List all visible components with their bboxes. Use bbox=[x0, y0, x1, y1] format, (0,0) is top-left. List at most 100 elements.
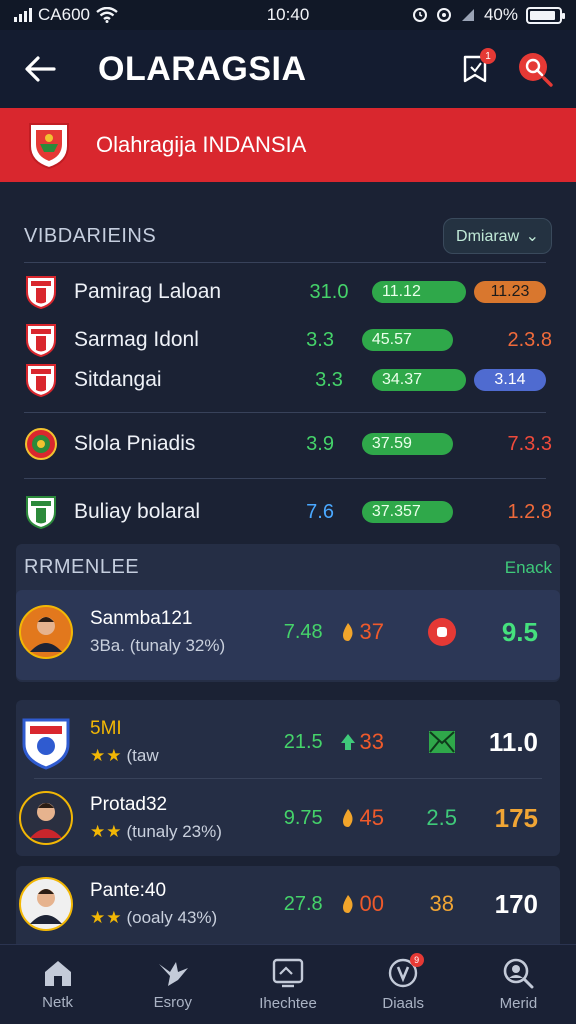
battery-percent: 40% bbox=[483, 5, 518, 24]
player-name: 5MI bbox=[90, 718, 122, 739]
player-stat-a: 7.48 bbox=[283, 620, 323, 643]
cell-signal-icon bbox=[461, 9, 474, 21]
player-avatar bbox=[19, 605, 73, 659]
standings-filter-label: Dmiaraw bbox=[456, 228, 520, 245]
player-row[interactable]: 5MI ★★ (taw 21.5 33 11.0 bbox=[18, 702, 538, 782]
team-name: Slola Pniadis bbox=[74, 432, 196, 455]
player-stat-b-wrap: 00 bbox=[340, 891, 415, 917]
player-row[interactable]: Protad32 ★★ (tunaly 23%) 9.75 45 2.5 175 bbox=[18, 778, 538, 858]
wifi-icon bbox=[96, 7, 118, 23]
team-crest-icon bbox=[26, 276, 56, 310]
player-name: Pante:40 bbox=[90, 880, 167, 901]
search-icon bbox=[504, 958, 534, 989]
record-icon bbox=[427, 618, 456, 646]
standings-header: VIBDARIEINS Dmiaraw ⌄ bbox=[24, 218, 552, 254]
standings-row[interactable]: Sarmag Idonl 3.3 45.57 2.3.8 bbox=[24, 318, 552, 362]
team-stat-a: 3.3 bbox=[315, 368, 343, 391]
player-stat-c-wrap: 38 bbox=[414, 891, 469, 917]
battery-icon bbox=[526, 6, 565, 24]
notifications-button[interactable]: 1 bbox=[462, 48, 496, 84]
player-stars: ★★ bbox=[90, 908, 123, 927]
nav-label: Diaals bbox=[382, 995, 425, 1012]
player-stars: ★★ bbox=[90, 746, 123, 765]
player-name: Sanmba121 bbox=[90, 608, 193, 629]
team-stat-b: 34.37 bbox=[372, 369, 466, 391]
team-stat-c: 1.2.8 bbox=[507, 500, 552, 523]
league-name: Olahragija INDANSIA bbox=[96, 132, 307, 157]
team-stat-b: 45.57 bbox=[361, 329, 453, 351]
player-stars: ★★ bbox=[90, 822, 123, 841]
signal-icon bbox=[14, 8, 32, 22]
player-sub: (taw bbox=[126, 746, 159, 765]
player-rating: 9.5 bbox=[501, 616, 538, 647]
mail-icon bbox=[428, 731, 455, 753]
divider bbox=[24, 262, 546, 263]
club-crest-icon bbox=[22, 718, 70, 770]
team-stat-b: 37.59 bbox=[361, 433, 453, 455]
standings-filter-button[interactable]: Dmiaraw ⌄ bbox=[443, 218, 552, 254]
player-rating: 11.0 bbox=[488, 726, 538, 757]
player-stat-c-wrap bbox=[414, 729, 469, 755]
team-stat-b: 11.12 bbox=[372, 281, 466, 303]
standings-row[interactable]: Pamirag Laloan 31.0 11.12 11.23 bbox=[24, 270, 552, 314]
target-icon bbox=[436, 8, 451, 22]
bottom-nav: Netk Esroy Ihechtee 9 Diaals Merid bbox=[0, 944, 576, 1024]
home-icon bbox=[44, 961, 71, 986]
nav-label: Netk bbox=[42, 994, 74, 1011]
chevron-down-icon: ⌄ bbox=[525, 228, 539, 245]
player-stat-a: 27.8 bbox=[283, 892, 323, 915]
standings-row[interactable]: Buliay bolaral 7.6 37.357 1.2.8 bbox=[24, 490, 552, 534]
back-button[interactable] bbox=[22, 51, 58, 87]
alarm-icon bbox=[412, 8, 427, 22]
search-button[interactable] bbox=[516, 50, 554, 88]
nav-badge: 9 bbox=[409, 953, 424, 967]
team-stat-c: 7.3.3 bbox=[507, 432, 552, 455]
nav-item-diaals[interactable]: 9 Diaals bbox=[346, 945, 461, 1024]
team-crest-icon bbox=[25, 428, 57, 460]
arrow-left-icon bbox=[25, 56, 56, 82]
league-banner[interactable]: Olahragija INDANSIA bbox=[0, 108, 576, 182]
player-stat-b: 45 bbox=[359, 805, 385, 830]
flame-icon bbox=[342, 623, 353, 641]
player-rating: 170 bbox=[494, 888, 538, 919]
team-name: Pamirag Laloan bbox=[74, 280, 222, 303]
standings-title: VIBDARIEINS bbox=[24, 224, 157, 247]
team-stat-a: 7.6 bbox=[306, 500, 334, 523]
team-crest-icon bbox=[26, 324, 56, 358]
player-rating: 175 bbox=[494, 802, 538, 833]
standings-row[interactable]: Sitdangai 3.3 34.37 3.14 bbox=[24, 358, 552, 402]
player-row[interactable]: Pante:40 ★★ (ooaly 43%) 27.8 00 38 170 bbox=[18, 864, 538, 944]
carrier-label: CA600 bbox=[38, 5, 90, 24]
nav-item-ihechtee[interactable]: Ihechtee bbox=[230, 945, 345, 1024]
nav-item-merid[interactable]: Merid bbox=[461, 945, 576, 1024]
nav-label: Esroy bbox=[153, 994, 192, 1011]
player-stat-b: 33 bbox=[359, 729, 385, 754]
team-crest-icon bbox=[26, 364, 56, 398]
players-header: RRMENLEE Enack bbox=[24, 556, 552, 579]
player-row[interactable]: Sanmba121 3Ba. (tunaly 32%) 7.48 37 9.5 bbox=[18, 592, 538, 672]
player-avatar bbox=[19, 877, 73, 931]
search-icon bbox=[519, 53, 553, 87]
flame-icon bbox=[342, 809, 353, 827]
player-stat-c-wrap bbox=[414, 617, 469, 647]
team-crest-icon bbox=[26, 496, 56, 530]
player-stat-a: 21.5 bbox=[283, 730, 323, 753]
player-stat-b-wrap: 37 bbox=[340, 619, 415, 645]
players-link[interactable]: Enack bbox=[505, 558, 552, 578]
team-stat-a: 3.9 bbox=[306, 432, 334, 455]
player-sub: (ooaly 43%) bbox=[126, 908, 218, 927]
status-bar: CA600 10:40 40% bbox=[0, 0, 576, 30]
nav-item-netk[interactable]: Netk bbox=[0, 945, 115, 1024]
player-stat-b: 00 bbox=[359, 891, 385, 916]
team-stat-c: 2.3.8 bbox=[507, 328, 552, 351]
nav-item-esroy[interactable]: Esroy bbox=[115, 945, 230, 1024]
page-title: OLARAGSIA bbox=[98, 49, 307, 88]
player-name: Protad32 bbox=[90, 794, 168, 815]
clock: 10:40 bbox=[266, 5, 310, 24]
player-stat-b-wrap: 33 bbox=[340, 729, 415, 755]
player-stat-c-wrap: 2.5 bbox=[414, 805, 469, 831]
app-header: OLARAGSIA 1 bbox=[0, 30, 576, 108]
flame-icon bbox=[342, 895, 353, 913]
tablet-icon bbox=[272, 958, 304, 988]
standings-row[interactable]: Slola Pniadis 3.9 37.59 7.3.3 bbox=[24, 422, 552, 466]
